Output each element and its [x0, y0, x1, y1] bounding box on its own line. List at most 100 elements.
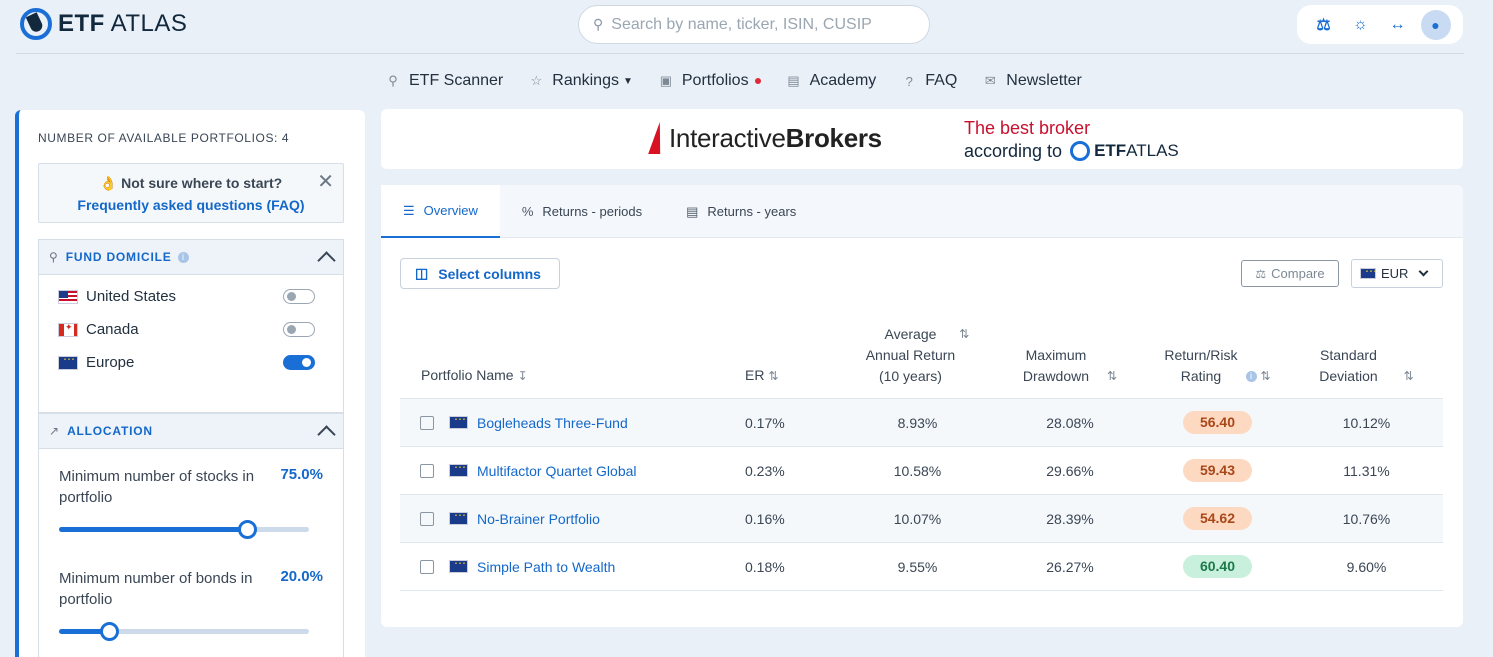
- min-bonds-slider[interactable]: [59, 622, 323, 641]
- user-avatar[interactable]: ●: [1420, 9, 1451, 40]
- col-avg-return[interactable]: Average Annual Return (10 years) ⇅: [840, 324, 995, 399]
- interactive-brokers-logo: InteractiveBrokers: [647, 122, 882, 154]
- sun-icon[interactable]: ☼: [1347, 11, 1375, 39]
- banner-tagline: The best broker according to ETF ATLAS: [964, 118, 1179, 163]
- allocation-header[interactable]: ↗ ALLOCATION: [38, 413, 344, 449]
- faq-question: 👌 Not sure where to start?: [99, 175, 283, 191]
- select-columns-button[interactable]: ◫ Select columns: [400, 258, 560, 289]
- domicile-row-us: United States: [39, 280, 343, 313]
- col-er[interactable]: ER ⇅: [730, 324, 840, 399]
- fund-domicile-options: United States Canada Europe: [38, 275, 344, 413]
- toggle-europe[interactable]: [283, 355, 315, 370]
- col-return-risk-rating[interactable]: Return/Risk Rating i ⇅: [1145, 324, 1290, 399]
- row-checkbox[interactable]: [420, 511, 434, 526]
- chevron-down-icon: [1418, 266, 1429, 277]
- nav-etf-scanner[interactable]: ⚲ ETF Scanner: [386, 72, 503, 90]
- eu-flag-icon: [449, 416, 468, 429]
- compare-button[interactable]: ⚖ Compare: [1241, 260, 1339, 287]
- header-tools: ⚖ ☼ ↔ ●: [1297, 5, 1463, 44]
- rating-badge: 60.40: [1183, 555, 1252, 578]
- question-icon: ?: [905, 73, 913, 89]
- etf-atlas-logo[interactable]: ETF ATLAS: [20, 8, 187, 40]
- chevron-up-icon: [317, 425, 336, 444]
- toggle-canada[interactable]: [283, 322, 315, 337]
- portfolio-link[interactable]: Bogleheads Three-Fund: [477, 415, 628, 431]
- faq-callout: 👌 Not sure where to start? Frequently as…: [38, 163, 344, 223]
- briefcase-icon: ▣: [659, 73, 673, 88]
- tab-returns-years[interactable]: ▤ Returns - years: [664, 185, 818, 238]
- min-stocks-slider[interactable]: [59, 520, 323, 539]
- info-icon[interactable]: i: [177, 251, 189, 263]
- min-bonds-value: 20.0%: [280, 568, 323, 585]
- tab-overview[interactable]: ☰ Overview: [381, 185, 500, 238]
- portfolio-link[interactable]: Multifactor Quartet Global: [477, 463, 637, 479]
- logo-mark-icon: [1070, 141, 1091, 161]
- row-checkbox[interactable]: [420, 463, 434, 478]
- compare-scale-icon[interactable]: ⚖: [1310, 11, 1338, 39]
- location-pin-icon: ⚲: [49, 250, 58, 264]
- search-input[interactable]: [611, 15, 902, 34]
- currency-select[interactable]: EUR: [1351, 259, 1443, 288]
- nav-rankings[interactable]: ☆ Rankings ▼: [529, 72, 633, 90]
- slider-thumb[interactable]: [100, 622, 119, 641]
- portfolio-panel: ☰ Overview % Returns - periods ▤ Returns - …: [381, 185, 1463, 627]
- table-row: Multifactor Quartet Global 0.23% 10.58% …: [400, 446, 1443, 495]
- faq-link[interactable]: Frequently asked questions (FAQ): [39, 197, 343, 213]
- domicile-row-canada: Canada: [39, 313, 343, 346]
- domicile-row-europe: Europe: [39, 346, 343, 379]
- fund-domicile-header[interactable]: ⚲ FUND DOMICILE i: [38, 239, 344, 275]
- logo-text: ETF ATLAS: [58, 10, 188, 37]
- sort-desc-icon: ↧: [517, 369, 528, 383]
- allocation-options: Minimum number of stocks in portfolio 75…: [38, 449, 344, 657]
- eu-flag-icon: [449, 464, 468, 477]
- eu-flag-icon: [1360, 268, 1376, 279]
- canada-flag-icon: [58, 322, 78, 337]
- eu-flag-icon: [449, 512, 468, 525]
- col-max-drawdown[interactable]: Maximum Drawdown ⇅: [995, 324, 1145, 399]
- percent-icon: %: [521, 204, 534, 219]
- ad-banner[interactable]: InteractiveBrokers The best broker accor…: [381, 109, 1463, 169]
- nav-academy[interactable]: ▤ Academy: [787, 72, 876, 90]
- close-icon[interactable]: ✕: [317, 169, 334, 194]
- chevron-up-icon: [317, 251, 336, 270]
- notification-dot: [754, 78, 761, 84]
- rating-badge: 56.40: [1183, 411, 1252, 434]
- portfolio-link[interactable]: No-Brainer Portfolio: [477, 511, 600, 527]
- tab-bar: ☰ Overview % Returns - periods ▤ Returns - …: [381, 185, 1463, 238]
- portfolio-table: Portfolio Name ↧ ER ⇅ Average Annual Return…: [400, 324, 1443, 591]
- sort-icon: ⇅: [1403, 369, 1414, 383]
- chevron-down-icon: ▼: [622, 75, 633, 87]
- tab-returns-periods[interactable]: % Returns - periods: [500, 185, 664, 238]
- rating-badge: 59.43: [1183, 459, 1252, 482]
- search-icon: ⚲: [388, 73, 398, 88]
- sort-icon: ⇅: [1260, 369, 1271, 383]
- min-stocks-filter: Minimum number of stocks in portfolio 75…: [39, 466, 343, 539]
- eu-flag-icon: [449, 560, 468, 573]
- min-bonds-filter: Minimum number of bonds in portfolio 20.…: [39, 568, 343, 641]
- info-icon[interactable]: i: [1245, 370, 1257, 382]
- eu-flag-icon: [58, 355, 78, 370]
- rating-badge: 54.62: [1183, 507, 1252, 530]
- etf-atlas-mini-logo: ETF ATLAS: [1070, 139, 1179, 163]
- row-checkbox[interactable]: [420, 559, 434, 574]
- slider-thumb[interactable]: [237, 520, 257, 539]
- us-flag-icon: [58, 289, 78, 304]
- col-portfolio-name[interactable]: Portfolio Name ↧: [400, 324, 730, 399]
- arrows-icon[interactable]: ↔: [1384, 11, 1412, 39]
- columns-icon: ◫: [415, 265, 429, 281]
- list-icon: ☰: [403, 202, 415, 218]
- sort-icon: ⇅: [1107, 369, 1118, 383]
- trend-up-icon: ↗: [49, 424, 60, 438]
- nav-faq[interactable]: ? FAQ: [902, 72, 958, 90]
- nav-portfolios[interactable]: ▣ Portfolios: [659, 72, 761, 90]
- user-icon: ●: [1431, 16, 1440, 33]
- portfolio-link[interactable]: Simple Path to Wealth: [477, 559, 615, 575]
- main-nav: ⚲ ETF Scanner ☆ Rankings ▼ ▣ Portfolios ▤ Aca…: [386, 70, 1108, 92]
- row-checkbox[interactable]: [420, 415, 434, 430]
- search-icon: ⚲: [593, 16, 604, 32]
- col-std-deviation[interactable]: Standard Deviation ⇅: [1290, 324, 1443, 399]
- toggle-us[interactable]: [283, 289, 315, 304]
- nav-newsletter[interactable]: ✉ Newsletter: [983, 72, 1082, 90]
- mail-icon: ✉: [984, 73, 996, 88]
- search-box[interactable]: ⚲: [578, 5, 930, 44]
